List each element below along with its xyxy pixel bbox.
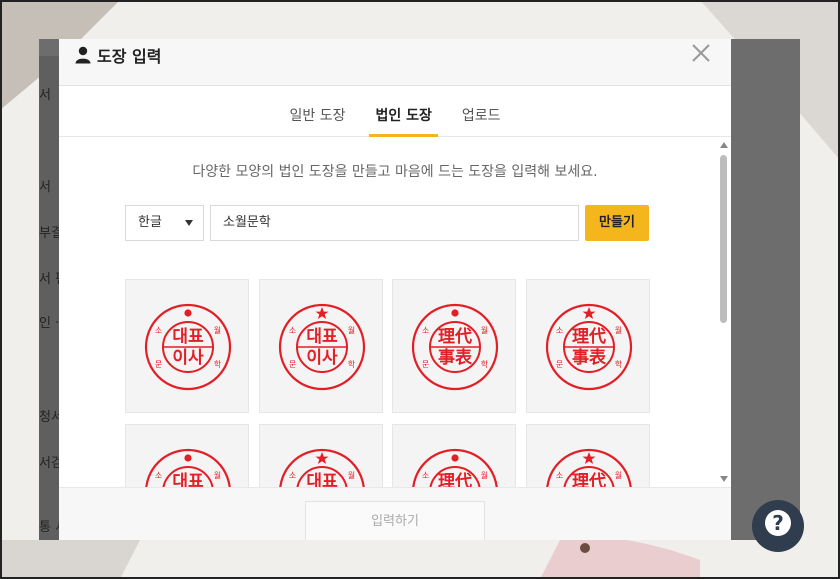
help-button[interactable]: ? — [752, 500, 804, 552]
svg-text:소: 소 — [155, 326, 162, 335]
stamp-seal-image: 소 월문 학 대표이사 — [144, 303, 232, 391]
submit-button[interactable]: 입력하기 — [305, 501, 485, 540]
caret-down-icon — [185, 220, 193, 226]
tab-upload[interactable]: 업로드 — [460, 103, 503, 137]
svg-text:소: 소 — [289, 471, 296, 480]
svg-text:事表: 事表 — [438, 347, 473, 368]
svg-text:월: 월 — [481, 470, 488, 480]
stamp-seal-image: 소월문학理代事表 — [546, 448, 632, 487]
svg-text:대표: 대표 — [172, 472, 204, 487]
help-icon: ? — [765, 510, 791, 536]
svg-text:理代: 理代 — [438, 326, 472, 347]
user-icon — [75, 46, 91, 64]
svg-text:소: 소 — [422, 326, 429, 335]
background-sidebar-item: 청서 — [39, 410, 59, 425]
scroll-up-icon[interactable] — [720, 142, 728, 148]
stamp-seal-image: 소 월문 학 理代事表 — [545, 303, 633, 391]
stamp-option[interactable]: 소 월문 학 대표이사 — [125, 279, 249, 413]
svg-text:월: 월 — [214, 325, 221, 335]
svg-text:문: 문 — [556, 360, 563, 369]
svg-text:소: 소 — [556, 326, 563, 335]
background-sidebar-item: 인 · — [39, 316, 59, 331]
language-select[interactable]: 한글 — [125, 205, 204, 241]
description-text: 다양한 모양의 법인 도장을 만들고 마음에 드는 도장을 입력해 보세요. — [192, 164, 598, 180]
svg-text:소: 소 — [289, 326, 296, 335]
stamp-seal-image: 소월문학대표이사 — [145, 448, 231, 487]
stamp-name-input[interactable]: 소월문학 — [210, 205, 579, 241]
background-sidebar-item: 부결 — [39, 226, 59, 241]
svg-text:소: 소 — [556, 471, 563, 480]
svg-text:이사: 이사 — [306, 348, 338, 368]
svg-text:理代: 理代 — [572, 471, 606, 487]
stamp-seal-image: 소월문학대표이사 — [279, 448, 365, 487]
svg-text:학: 학 — [214, 359, 222, 369]
modal-footer: 입력하기 — [59, 487, 731, 540]
svg-text:월: 월 — [214, 470, 221, 480]
scroll-down-icon[interactable] — [720, 476, 728, 482]
stamp-type-tabs: 일반 도장 법인 도장 업로드 — [59, 103, 731, 137]
svg-text:월: 월 — [348, 470, 355, 480]
stamp-option[interactable]: 소 월문 학 대표이사 — [259, 279, 383, 413]
svg-text:문: 문 — [422, 360, 429, 369]
svg-text:소: 소 — [155, 471, 162, 480]
svg-text:소: 소 — [422, 471, 429, 480]
svg-text:事表: 事表 — [572, 347, 607, 368]
svg-text:월: 월 — [615, 325, 622, 335]
scrollbar[interactable] — [716, 137, 731, 487]
modal-header: 도장 입력 — [59, 39, 731, 86]
background-sidebar-item: 서 — [39, 88, 51, 103]
background-sidebar-item: 서 편 — [39, 272, 59, 287]
svg-text:학: 학 — [615, 359, 623, 369]
tab-corporate-stamp[interactable]: 법인 도장 — [369, 103, 438, 137]
svg-text:대표: 대표 — [306, 327, 338, 347]
modal-title-text: 도장 입력 — [97, 47, 162, 66]
stamp-option[interactable]: 소 월문 학 理代事表 — [526, 279, 650, 413]
stamp-scroll-area[interactable]: 다양한 모양의 법인 도장을 만들고 마음에 드는 도장을 입력해 보세요. 한… — [59, 137, 731, 487]
stamp-seal-image: 소 월문 학 理代事表 — [411, 303, 499, 391]
svg-text:학: 학 — [348, 359, 356, 369]
svg-text:理代: 理代 — [572, 326, 606, 347]
scrollbar-thumb[interactable] — [720, 155, 727, 323]
svg-text:理代: 理代 — [438, 471, 472, 487]
background-sidebar: 서 서 부결 서 편 인 · 청서 서검 통 서 — [39, 56, 59, 540]
background-sidebar-item: 서 — [39, 180, 51, 195]
svg-text:대표: 대표 — [172, 327, 204, 347]
stamp-seal-image: 소 월문 학 대표이사 — [278, 303, 366, 391]
svg-text:월: 월 — [615, 470, 622, 480]
stamp-option[interactable]: 소월문학대표이사 — [259, 424, 383, 487]
tab-general-stamp[interactable]: 일반 도장 — [287, 103, 347, 137]
svg-text:문: 문 — [289, 360, 296, 369]
background-sidebar-item: 통 서 — [39, 520, 59, 535]
svg-text:이사: 이사 — [172, 348, 204, 368]
stamp-option[interactable]: 소월문학理代事表 — [526, 424, 650, 487]
stamp-option[interactable]: 소 월문 학 理代事表 — [392, 279, 516, 413]
modal-title: 도장 입력 — [75, 43, 161, 67]
background-sidebar-item: 서검 — [39, 456, 59, 471]
svg-text:월: 월 — [348, 325, 355, 335]
svg-text:학: 학 — [481, 359, 489, 369]
stamp-seal-image: 소월문학理代事表 — [412, 448, 498, 487]
make-stamp-button[interactable]: 만들기 — [585, 205, 649, 241]
stamp-option[interactable]: 소월문학理代事表 — [392, 424, 516, 487]
svg-text:월: 월 — [481, 325, 488, 335]
svg-text:대표: 대표 — [306, 472, 338, 487]
stamp-modal: 도장 입력 일반 도장 법인 도장 업로드 다양한 모양의 법인 도장을 만들고… — [59, 39, 731, 540]
close-icon[interactable] — [689, 41, 713, 65]
svg-text:문: 문 — [155, 360, 162, 369]
language-select-value: 한글 — [138, 215, 162, 230]
stamp-option[interactable]: 소월문학대표이사 — [125, 424, 249, 487]
